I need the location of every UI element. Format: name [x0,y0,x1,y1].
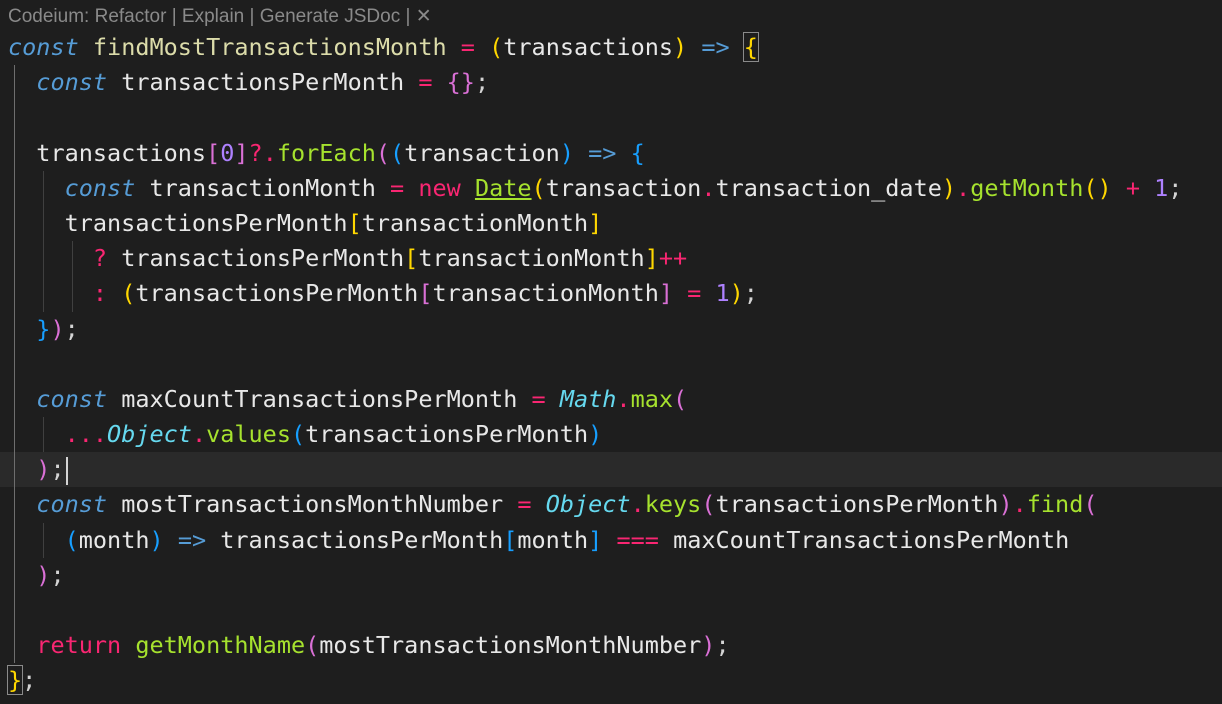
refactor-link[interactable]: Refactor [95,6,167,27]
code-line: }); [0,311,1222,347]
code-line [0,593,1222,629]
code-line [0,100,1222,136]
param-transactions: transactions [503,33,674,61]
code-line [0,346,1222,382]
code-line: ? transactionsPerMonth[transactionMonth]… [0,241,1222,277]
code-line: transactionsPerMonth[transactionMonth] [0,205,1222,242]
keyword-const: const [8,33,79,61]
function-name: findMostTransactionsMonth [92,33,447,61]
code-line: : (transactionsPerMonth[transactionMonth… [0,276,1222,312]
code-line: const transactionMonth = new Date(transa… [0,170,1222,206]
code-line: return getMonthName(mostTransactionsMont… [0,628,1222,664]
explain-link[interactable]: Explain [182,6,244,27]
code-editor[interactable]: const findMostTransactionsMonth = (trans… [0,30,1222,699]
code-line: (month) => transactionsPerMonth[month] =… [0,522,1222,558]
codeium-codelens: Codeium: Refactor | Explain | Generate J… [8,4,432,30]
code-line: const maxCountTransactionsPerMonth = Mat… [0,381,1222,418]
code-line: transactions[0]?.forEach((transaction) =… [0,135,1222,171]
active-code-line: ); [0,452,1222,488]
matched-bracket: { [742,32,759,62]
code-line: }; [6,665,37,696]
generate-jsdoc-link[interactable]: Generate JSDoc [260,6,400,27]
close-icon[interactable]: ✕ [416,6,432,27]
codelens-separator: | [244,6,260,27]
code-line: const transactionsPerMonth = {}; [0,65,1222,101]
codelens-prefix: Codeium: [8,6,95,27]
codelens-separator: | [400,6,416,27]
code-line: ); [0,557,1222,593]
code-line: const mostTransactionsMonthNumber = Obje… [0,487,1222,523]
text-cursor [65,456,68,485]
code-line: const findMostTransactionsMonth = (trans… [8,32,759,62]
codelens-separator: | [166,6,182,27]
code-line: ...Object.values(transactionsPerMonth) [0,417,1222,453]
matched-bracket: } [6,665,24,696]
